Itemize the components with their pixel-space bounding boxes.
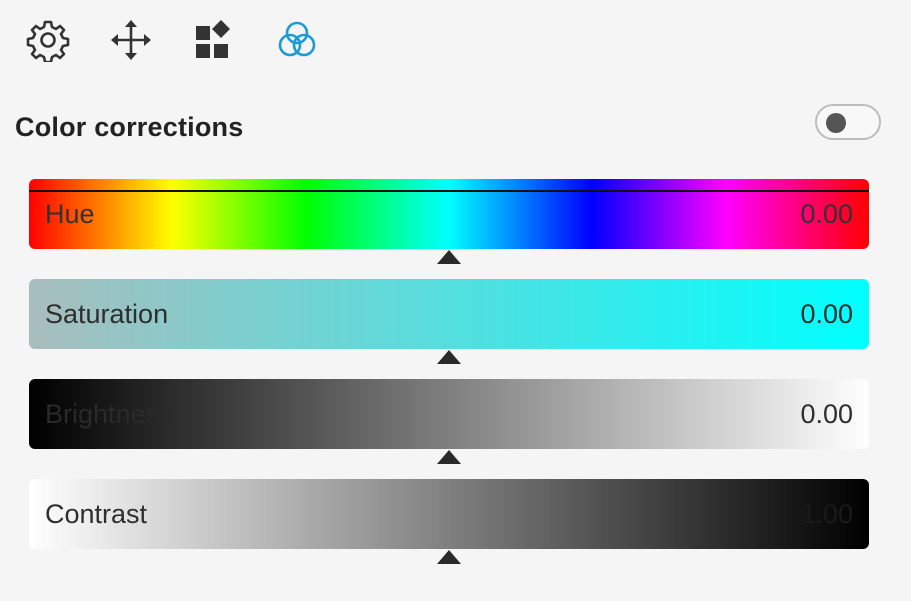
contrast-slider[interactable]: Contrast 1.00 bbox=[29, 479, 869, 549]
color-tab[interactable] bbox=[271, 14, 323, 66]
transform-tab[interactable] bbox=[105, 14, 157, 66]
saturation-label: Saturation bbox=[45, 299, 169, 329]
color-corrections-header: Color corrections bbox=[15, 104, 885, 148]
hue-slider-thumb[interactable] bbox=[437, 250, 461, 264]
brightness-slider[interactable]: Brightness 0.00 bbox=[29, 379, 869, 449]
section-title: Color corrections bbox=[15, 112, 244, 142]
brightness-value: 0.00 bbox=[800, 399, 853, 429]
color-corrections-toggle[interactable] bbox=[815, 104, 881, 140]
saturation-slider[interactable]: Saturation 0.00 bbox=[29, 279, 869, 349]
widgets-tab[interactable] bbox=[188, 14, 240, 66]
toolbar bbox=[22, 14, 354, 66]
contrast-value: 1.00 bbox=[800, 499, 853, 529]
hue-value: 0.00 bbox=[800, 199, 853, 229]
contrast-label: Contrast bbox=[45, 499, 148, 529]
saturation-slider-thumb[interactable] bbox=[437, 350, 461, 364]
toggle-knob bbox=[826, 113, 846, 133]
brightness-slider-thumb[interactable] bbox=[437, 450, 461, 464]
gear-icon bbox=[26, 18, 70, 62]
color-circles-icon bbox=[275, 18, 319, 62]
settings-tab[interactable] bbox=[22, 14, 74, 66]
contrast-slider-thumb[interactable] bbox=[437, 550, 461, 564]
hue-label: Hue bbox=[45, 199, 95, 229]
widgets-icon bbox=[192, 18, 236, 62]
brightness-label: Brightness bbox=[45, 399, 173, 429]
saturation-value: 0.00 bbox=[800, 299, 853, 329]
move-arrows-icon bbox=[109, 18, 153, 62]
hue-slider[interactable]: Hue 0.00 bbox=[29, 179, 869, 249]
